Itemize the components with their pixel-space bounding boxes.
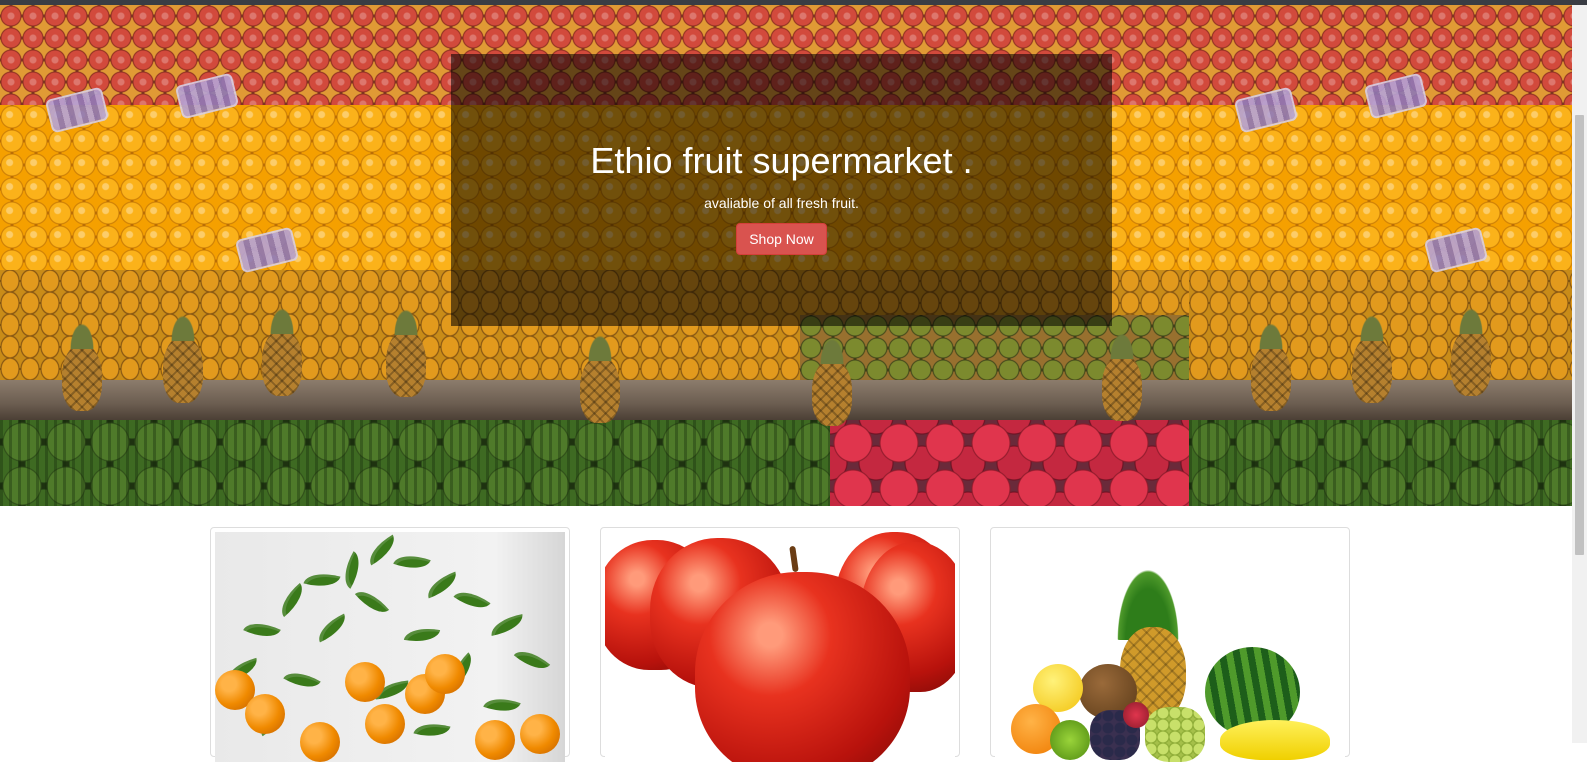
hero-background-image-repeat	[1189, 5, 1572, 506]
product-card-orange-tree[interactable]	[210, 527, 570, 762]
hero-caption-panel: Ethio fruit supermarket . avaliable of a…	[451, 54, 1112, 326]
product-card-mixed-fruit[interactable]	[990, 527, 1350, 762]
page-scrollbar[interactable]	[1572, 5, 1587, 743]
hero-banner: Ethio fruit supermarket . avaliable of a…	[0, 5, 1572, 506]
hero-subtitle: avaliable of all fresh fruit.	[704, 195, 859, 211]
scrollbar-thumb[interactable]	[1575, 115, 1584, 555]
product-card-apples[interactable]	[600, 527, 960, 762]
hero-title: Ethio fruit supermarket .	[590, 140, 973, 181]
mixed-fruit-image[interactable]	[995, 532, 1345, 762]
red-apples-image[interactable]	[605, 532, 955, 762]
orange-tree-image[interactable]	[215, 532, 565, 762]
shop-now-button[interactable]: Shop Now	[736, 223, 827, 255]
